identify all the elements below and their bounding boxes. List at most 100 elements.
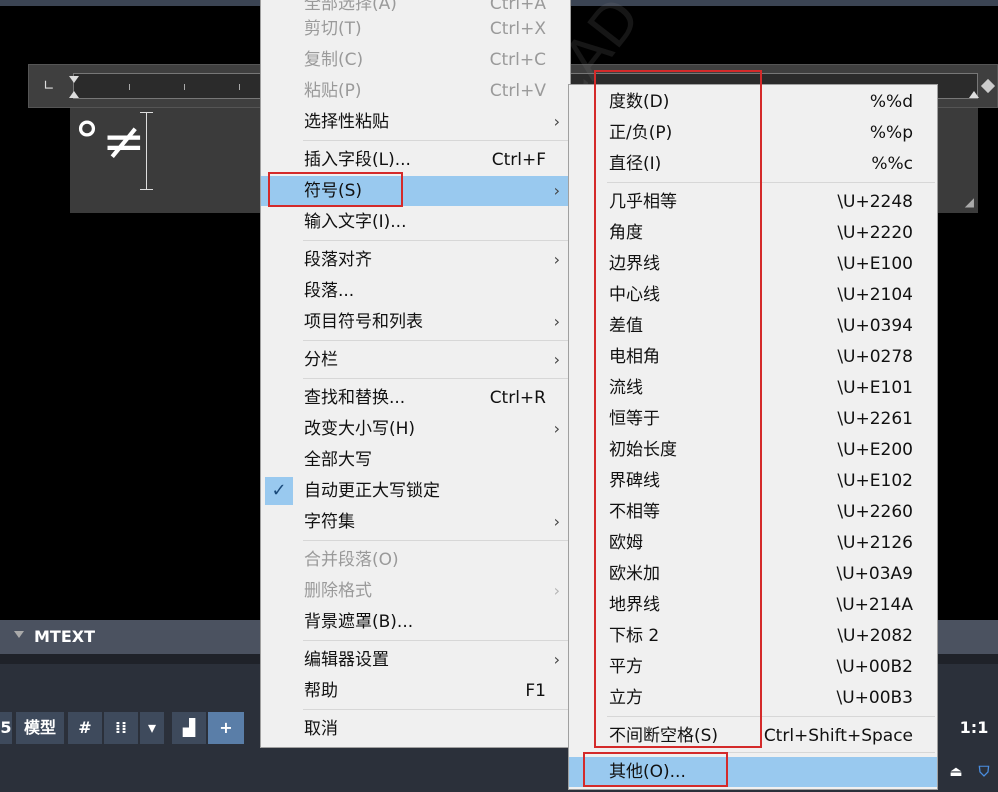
indent-marker-top[interactable] xyxy=(69,76,79,83)
symbol-item-initial-length[interactable]: 初始长度 \U+E200 xyxy=(569,435,937,465)
menu-item-character-set[interactable]: 字符集 › xyxy=(261,507,570,537)
menu-item-cut[interactable]: 剪切(T) Ctrl+X xyxy=(261,14,570,44)
symbol-item-omega[interactable]: 欧米加 \U+03A9 xyxy=(569,559,937,589)
ruler-width-handle[interactable] xyxy=(980,78,996,94)
menu-item-bullets-lists[interactable]: 项目符号和列表 › xyxy=(261,307,570,337)
symbol-item-electrical-phase[interactable]: 电相角 \U+0278 xyxy=(569,342,937,372)
menu-label: 剪切(T) xyxy=(304,19,362,39)
menu-shortcut: Ctrl+Shift+Space xyxy=(763,726,913,746)
menu-label: 恒等于 xyxy=(609,409,660,429)
menu-label: 直径(I) xyxy=(609,154,662,174)
symbol-item-nonbreaking-space[interactable]: 不间断空格(S) Ctrl+Shift+Space xyxy=(569,721,937,751)
grid-icon[interactable]: # xyxy=(68,712,102,744)
symbol-item-not-equal[interactable]: 不相等 \U+2260 xyxy=(569,497,937,527)
snap-icon[interactable]: ⁞⁞ xyxy=(104,712,138,744)
menu-item-paragraph[interactable]: 段落... xyxy=(261,276,570,306)
menu-item-paste-special[interactable]: 选择性粘贴 › xyxy=(261,107,570,137)
symbol-item-identity[interactable]: 恒等于 \U+2261 xyxy=(569,404,937,434)
tab-type-icon[interactable]: ∟ xyxy=(43,79,55,93)
shield-icon[interactable]: ⛉ xyxy=(972,756,996,786)
symbol-item-squared[interactable]: 平方 \U+00B2 xyxy=(569,652,937,682)
ruler-tick xyxy=(239,84,240,90)
menu-shortcut: \U+2082 xyxy=(837,626,913,646)
menu-separator xyxy=(607,716,935,717)
symbol-item-other[interactable]: 其他(O)... xyxy=(569,757,937,787)
menu-item-cancel[interactable]: 取消 xyxy=(261,714,570,744)
polar-icon[interactable]: + xyxy=(208,712,244,744)
chevron-right-icon: › xyxy=(553,350,560,369)
menu-label: 复制(C) xyxy=(304,50,364,70)
menu-item-paste[interactable]: 粘贴(P) Ctrl+V xyxy=(261,76,570,106)
symbol-item-delta[interactable]: 差值 \U+0394 xyxy=(569,311,937,341)
menu-label: 查找和替换... xyxy=(304,388,406,408)
menu-label: 自动更正大写锁定 xyxy=(304,481,440,501)
mtext-content[interactable]: °≠ xyxy=(74,102,148,182)
symbol-item-centerline[interactable]: 中心线 \U+2104 xyxy=(569,280,937,310)
menu-item-columns[interactable]: 分栏 › xyxy=(261,345,570,375)
menu-shortcut: Ctrl+V xyxy=(489,81,546,101)
symbol-item-degrees[interactable]: 度数(D) %%d xyxy=(569,87,937,117)
menu-item-insert-field[interactable]: 插入字段(L)... Ctrl+F xyxy=(261,145,570,175)
menu-item-paragraph-alignment[interactable]: 段落对齐 › xyxy=(261,245,570,275)
model-tab[interactable]: 模型 xyxy=(16,712,64,744)
menu-item-combine-paragraphs[interactable]: 合并段落(O) xyxy=(261,545,570,575)
menu-item-copy[interactable]: 复制(C) Ctrl+C xyxy=(261,45,570,75)
annotation-scale[interactable]: 1:1 xyxy=(950,712,998,744)
chevron-right-icon: › xyxy=(553,581,560,600)
menu-label: 合并段落(O) xyxy=(304,550,399,570)
menu-item-import-text[interactable]: 输入文字(I)... xyxy=(261,207,570,237)
menu-label: 地界线 xyxy=(609,595,660,615)
menu-separator xyxy=(303,378,568,379)
symbol-item-boundary-line[interactable]: 边界线 \U+E100 xyxy=(569,249,937,279)
menu-shortcut: \U+E102 xyxy=(837,471,913,491)
menu-label: 插入字段(L)... xyxy=(304,150,411,170)
symbol-item-diameter[interactable]: 直径(I) %%c xyxy=(569,149,937,179)
chevron-down-icon[interactable] xyxy=(14,631,24,638)
menu-item-help[interactable]: 帮助 F1 xyxy=(261,676,570,706)
chevron-down-icon[interactable]: ▾ xyxy=(140,712,164,744)
menu-item-change-case[interactable]: 改变大小写(H) › xyxy=(261,414,570,444)
menu-shortcut: \U+00B3 xyxy=(836,688,913,708)
usb-icon[interactable]: ⏏ xyxy=(944,756,968,786)
menu-label: 角度 xyxy=(609,223,643,243)
symbol-item-flow-line[interactable]: 流线 \U+E101 xyxy=(569,373,937,403)
menu-item-find-replace[interactable]: 查找和替换... Ctrl+R xyxy=(261,383,570,413)
menu-item-autocaps[interactable]: ✓ 自动更正大写锁定 xyxy=(261,476,570,506)
menu-item-all-caps[interactable]: 全部大写 xyxy=(261,445,570,475)
menu-item-background-mask[interactable]: 背景遮罩(B)... xyxy=(261,607,570,637)
menu-label: 不相等 xyxy=(609,502,660,522)
ortho-icon[interactable]: ▟ xyxy=(172,712,206,744)
menu-label: 段落对齐 xyxy=(304,250,372,270)
menu-label: 改变大小写(H) xyxy=(304,419,416,439)
menu-label: 取消 xyxy=(304,719,338,739)
menu-label: 帮助 xyxy=(304,681,338,701)
context-menu: 全部选择(A) Ctrl+A 剪切(T) Ctrl+X 复制(C) Ctrl+C 粘贴… xyxy=(260,0,571,748)
menu-shortcut: Ctrl+R xyxy=(489,388,546,408)
indent-marker-bottom[interactable] xyxy=(69,91,79,98)
symbol-item-ohm[interactable]: 欧姆 \U+2126 xyxy=(569,528,937,558)
menu-shortcut: \U+2248 xyxy=(837,192,913,212)
symbol-item-plus-minus[interactable]: 正/负(P) %%p xyxy=(569,118,937,148)
symbol-item-cubed[interactable]: 立方 \U+00B3 xyxy=(569,683,937,713)
menu-label: 全部大写 xyxy=(304,450,372,470)
symbol-item-property-line[interactable]: 地界线 \U+214A xyxy=(569,590,937,620)
right-indent-marker[interactable] xyxy=(969,91,979,98)
menu-label: 流线 xyxy=(609,378,643,398)
menu-item-remove-formatting[interactable]: 删除格式 › xyxy=(261,576,570,606)
menu-label: 几乎相等 xyxy=(609,192,677,212)
resize-grip-icon[interactable]: ◢ xyxy=(965,195,974,209)
menu-label: 编辑器设置 xyxy=(304,650,389,670)
menu-label: 段落... xyxy=(304,281,355,301)
checkmark-icon: ✓ xyxy=(265,477,293,505)
menu-item-symbol[interactable]: 符号(S) › xyxy=(261,176,570,206)
symbol-item-subscript-2[interactable]: 下标 2 \U+2082 xyxy=(569,621,937,651)
menu-label: 输入文字(I)... xyxy=(304,212,407,232)
symbol-item-monument-line[interactable]: 界碑线 \U+E102 xyxy=(569,466,937,496)
menu-shortcut: %%c xyxy=(871,154,913,174)
status-left-digit[interactable]: 5 xyxy=(0,712,12,744)
symbol-item-almost-equal[interactable]: 几乎相等 \U+2248 xyxy=(569,187,937,217)
menu-label: 其他(O)... xyxy=(609,762,686,782)
menu-label: 粘贴(P) xyxy=(304,81,362,101)
symbol-item-angle[interactable]: 角度 \U+2220 xyxy=(569,218,937,248)
menu-item-editor-settings[interactable]: 编辑器设置 › xyxy=(261,645,570,675)
